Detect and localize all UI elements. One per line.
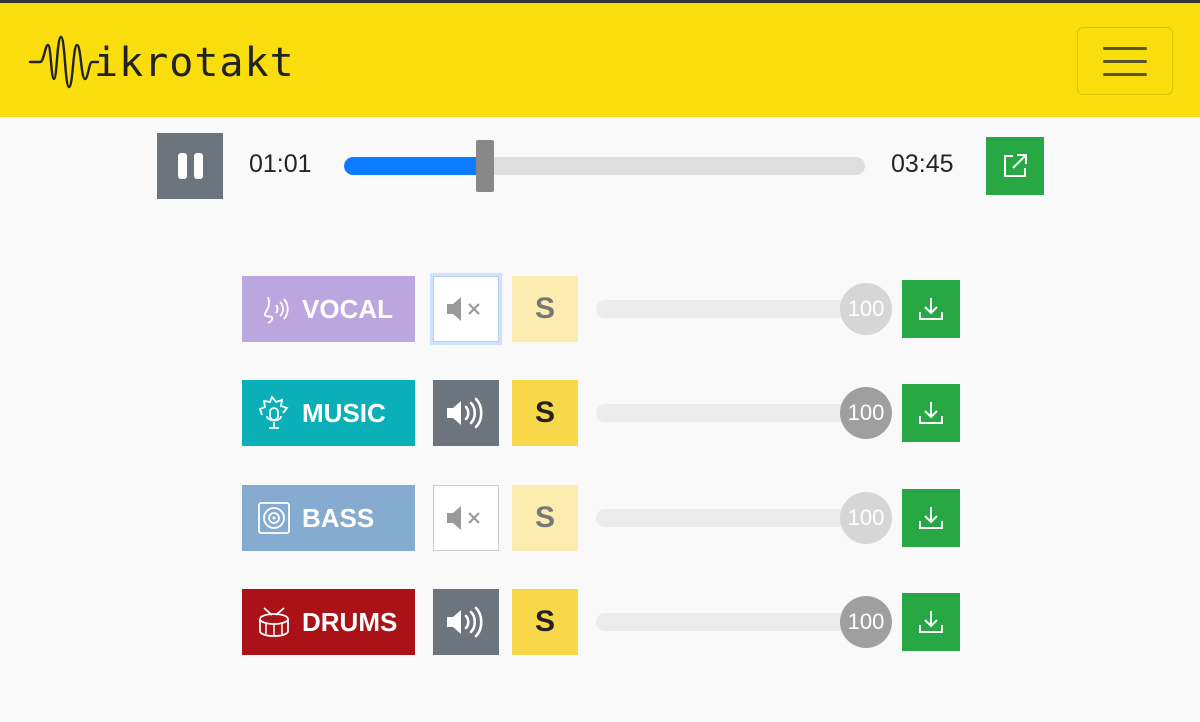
stem-row-bass: BASS S 100 bbox=[0, 485, 1200, 551]
stem-name: DRUMS bbox=[302, 606, 398, 637]
current-time: 01:01 bbox=[249, 150, 312, 178]
stem-name: VOCAL bbox=[302, 293, 393, 324]
stem-name: BASS bbox=[302, 502, 375, 533]
logo[interactable]: ikrotakt bbox=[28, 31, 295, 93]
singer-icon bbox=[264, 296, 289, 324]
speaker-icon bbox=[258, 502, 290, 534]
stem-row-drums: DRUMS S 100 bbox=[0, 589, 1200, 655]
progress-thumb[interactable] bbox=[476, 140, 494, 192]
solo-button-drums[interactable]: S bbox=[512, 589, 578, 655]
pause-icon bbox=[177, 153, 187, 179]
mute-button-music[interactable] bbox=[433, 380, 499, 446]
volume-on-icon bbox=[447, 397, 483, 429]
external-link-icon bbox=[1004, 154, 1027, 177]
total-time: 03:45 bbox=[891, 150, 954, 178]
stem-label-music[interactable]: MUSIC bbox=[242, 380, 415, 446]
mute-button-vocal[interactable] bbox=[433, 276, 499, 342]
mute-button-bass[interactable] bbox=[433, 485, 499, 551]
stem-label-drums[interactable]: DRUMS bbox=[242, 589, 415, 655]
download-icon bbox=[919, 611, 943, 633]
pause-button[interactable] bbox=[157, 133, 223, 199]
drum-icon bbox=[259, 607, 289, 637]
external-link-button[interactable] bbox=[986, 137, 1044, 195]
solo-button-music[interactable]: S bbox=[512, 380, 578, 446]
instrument-mic-icon bbox=[258, 395, 289, 429]
progress-track[interactable] bbox=[344, 157, 865, 175]
download-icon bbox=[919, 507, 943, 529]
volume-knob-vocal[interactable]: 100 bbox=[840, 283, 892, 335]
download-button-vocal[interactable] bbox=[902, 280, 960, 338]
logo-wave-icon bbox=[28, 35, 100, 89]
stem-row-music: MUSIC S 100 bbox=[0, 380, 1200, 446]
stem-name: MUSIC bbox=[302, 397, 386, 428]
volume-muted-icon bbox=[447, 297, 480, 321]
stem-label-bass[interactable]: BASS bbox=[242, 485, 415, 551]
solo-button-bass[interactable]: S bbox=[512, 485, 578, 551]
download-icon bbox=[919, 298, 943, 320]
mute-button-drums[interactable] bbox=[433, 589, 499, 655]
stem-label-vocal[interactable]: VOCAL bbox=[242, 276, 415, 342]
solo-button-vocal[interactable]: S bbox=[512, 276, 578, 342]
download-button-drums[interactable] bbox=[902, 593, 960, 651]
volume-muted-icon bbox=[447, 506, 480, 530]
download-button-music[interactable] bbox=[902, 384, 960, 442]
volume-on-icon bbox=[447, 606, 483, 638]
volume-knob-bass[interactable]: 100 bbox=[840, 492, 892, 544]
hamburger-menu-icon bbox=[1103, 46, 1147, 50]
stem-row-vocal: VOCAL S 100 bbox=[0, 276, 1200, 342]
download-icon bbox=[919, 402, 943, 424]
volume-knob-drums[interactable]: 100 bbox=[840, 596, 892, 648]
top-bar: ikrotakt bbox=[0, 0, 1200, 117]
progress-fill bbox=[344, 157, 485, 175]
app-name: ikrotakt bbox=[94, 40, 295, 86]
download-button-bass[interactable] bbox=[902, 489, 960, 547]
volume-knob-music[interactable]: 100 bbox=[840, 387, 892, 439]
menu-button[interactable] bbox=[1077, 27, 1173, 95]
